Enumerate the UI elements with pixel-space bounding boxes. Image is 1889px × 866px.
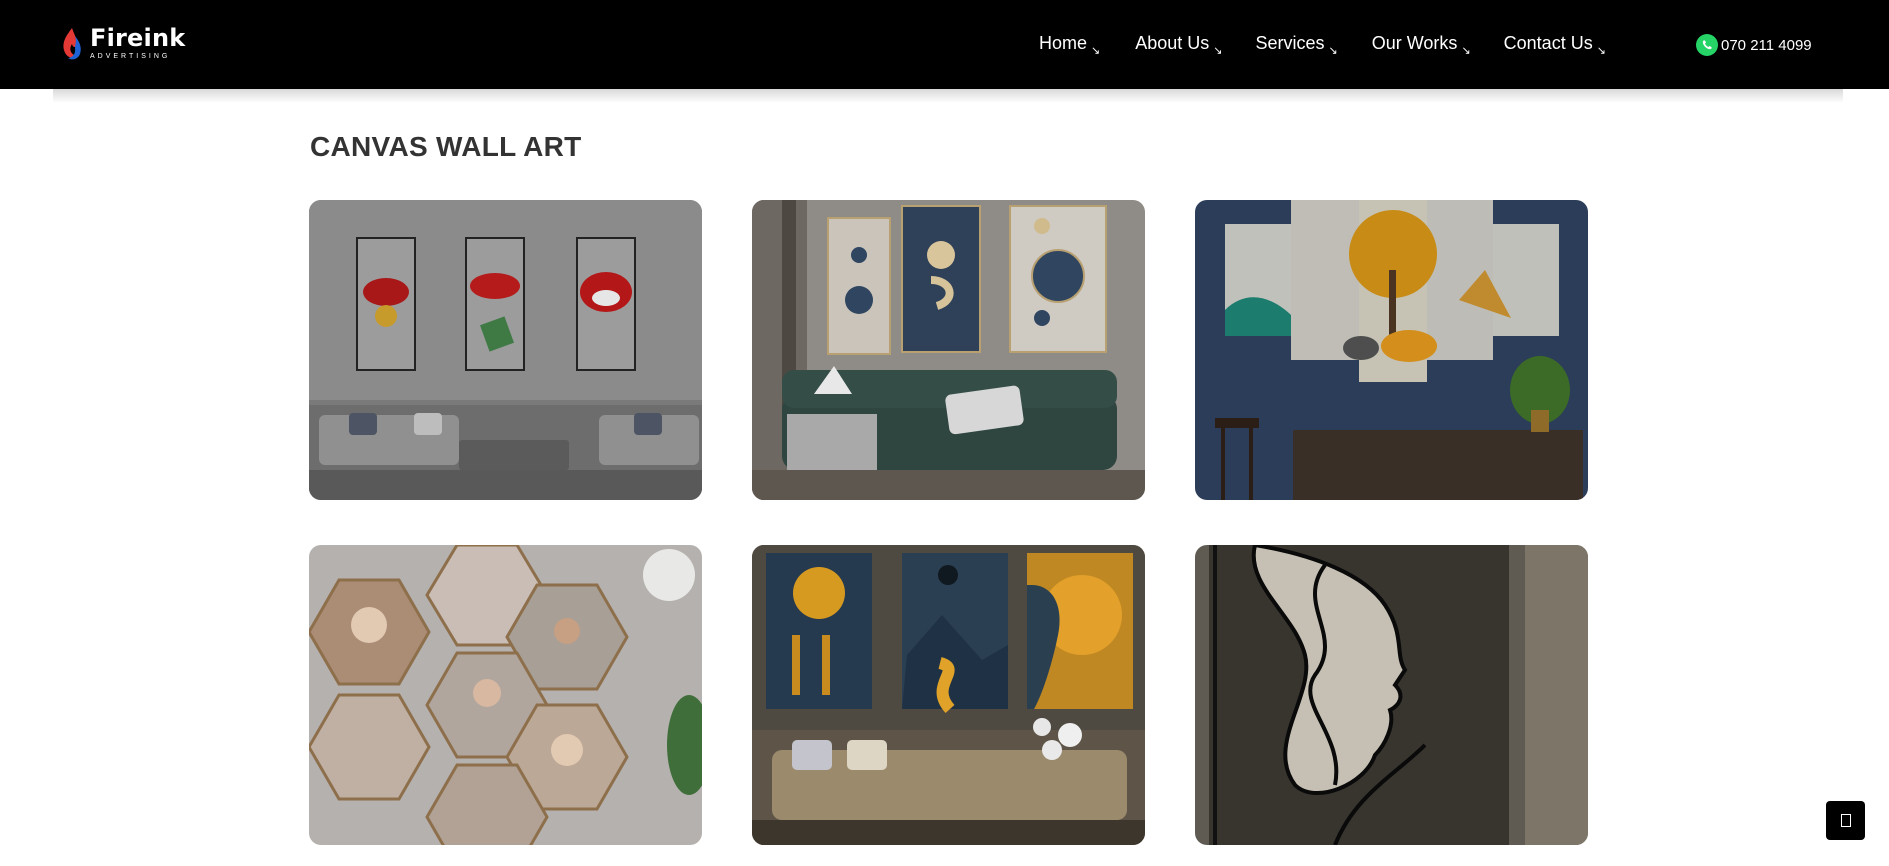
gallery-image [309,545,702,845]
nav-arrow-icon: ↘ [1461,45,1471,57]
gallery-item-lips-triptych[interactable] [309,200,702,500]
nav-label: Our Works [1371,33,1458,53]
nav-label: Contact Us [1503,33,1593,53]
phone-link[interactable]: 070 211 4099 [1696,34,1812,56]
nav-label: Home [1039,33,1088,53]
page-title: CANVAS WALL ART [310,131,582,162]
nav-our-works[interactable]: Our Works ↘ [1372,32,1471,62]
nav-label: About Us [1135,33,1210,53]
nav-about-us[interactable]: About Us ↘ [1135,32,1222,62]
nav-label: Services [1255,33,1325,53]
gallery-item-family-hexagons[interactable] [309,545,702,845]
gallery-item-golden-tree[interactable] [1195,200,1588,500]
nav-home[interactable]: Home ↘ [1039,32,1100,62]
gallery-image [1195,545,1588,845]
square-icon [1840,814,1851,827]
main-nav: Home ↘ About Us ↘ Services ↘ Our Works ↘… [1039,32,1606,62]
gallery-item-line-art-face[interactable] [1195,545,1588,845]
flame-icon [63,28,81,60]
nav-arrow-icon: ↘ [1213,45,1223,57]
floating-action-button[interactable] [1826,801,1865,840]
nav-contact-us[interactable]: Contact Us ↘ [1504,32,1606,62]
gallery-image [752,200,1145,500]
gallery-item-abstract-moon[interactable] [752,545,1145,845]
nav-arrow-icon: ↘ [1091,45,1101,57]
navbar: Fireink ADVERTISING Home ↘ About Us ↘ Se… [0,0,1889,89]
brand-logo[interactable]: Fireink ADVERTISING [60,24,186,62]
gallery-image [752,545,1145,845]
phone-number: 070 211 4099 [1721,36,1812,54]
gallery-image [309,200,702,500]
nav-arrow-icon: ↘ [1596,45,1606,57]
whatsapp-icon [1696,34,1718,56]
nav-services[interactable]: Services ↘ [1256,32,1338,62]
header-shadow [53,89,1843,103]
gallery-image [1195,200,1588,500]
gallery-item-geometric-frames[interactable] [752,200,1145,500]
brand-name: Fireink [90,24,186,52]
brand-tagline: ADVERTISING [90,53,171,60]
nav-arrow-icon: ↘ [1328,45,1338,57]
